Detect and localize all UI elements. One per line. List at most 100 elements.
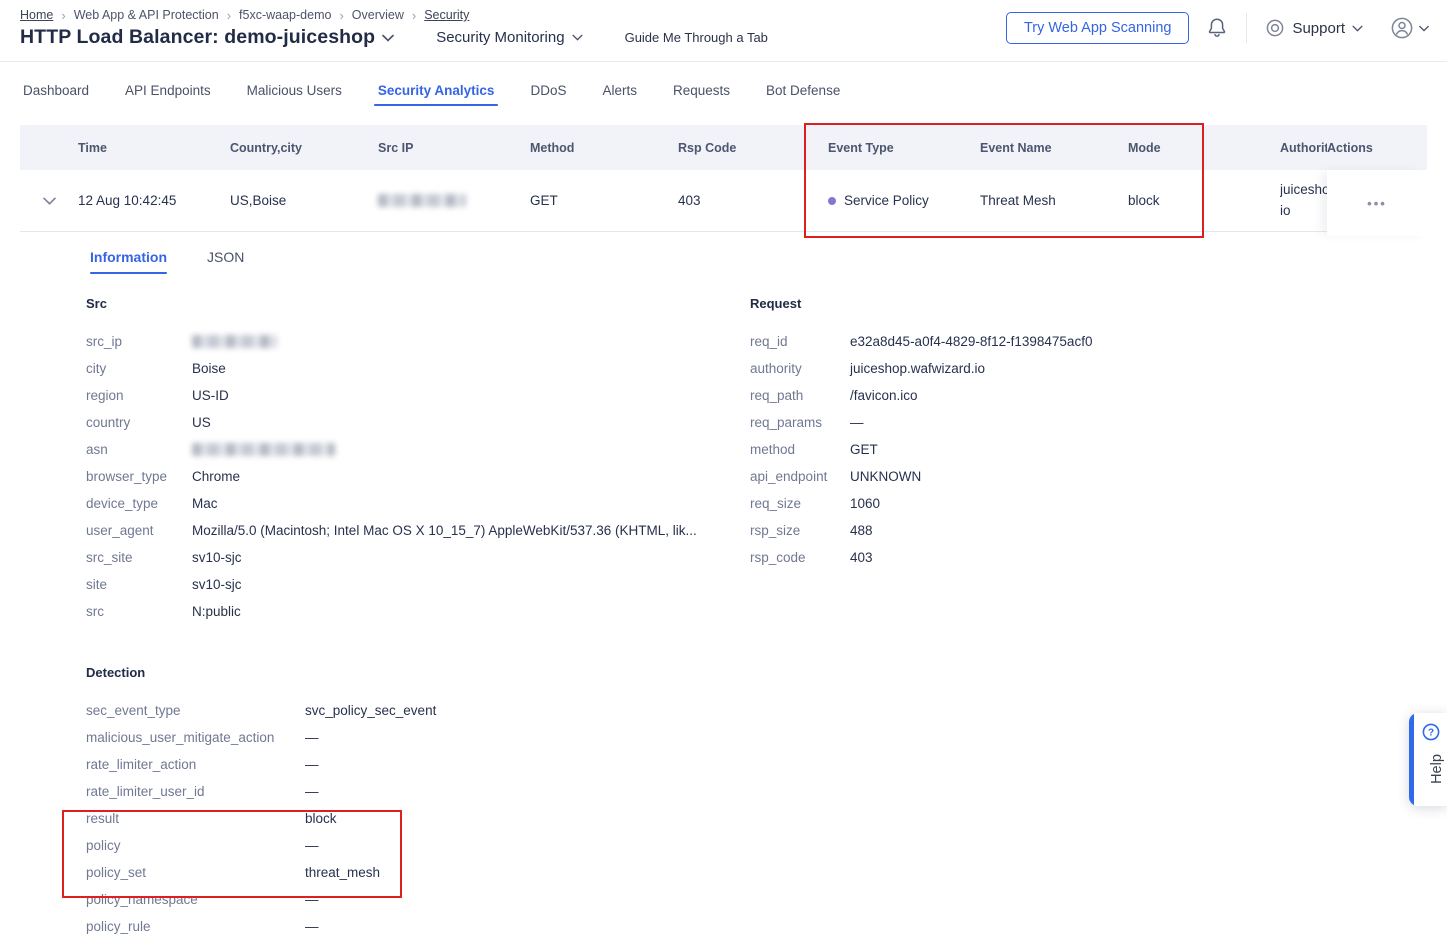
header-actions: Try Web App Scanning Support <box>1006 12 1429 44</box>
field-row: src_sitesv10-sjc <box>86 544 697 571</box>
field-row: policy_setthreat_mesh <box>86 859 436 886</box>
field-row: cityBoise <box>86 355 697 382</box>
field-row: sec_event_typesvc_policy_sec_event <box>86 697 436 724</box>
redacted-src-ip-value <box>192 335 277 348</box>
request-section: Request req_ide32a8d45-a0f4-4829-8f12-f1… <box>750 296 1092 571</box>
field-row: api_endpointUNKNOWN <box>750 463 1092 490</box>
tab-ddos[interactable]: DDoS <box>512 71 584 112</box>
field-row: src_ip <box>86 328 697 355</box>
col-event-type[interactable]: Event Type <box>828 141 980 155</box>
field-row: sitesv10-sjc <box>86 571 697 598</box>
user-chevron-down-icon <box>1419 25 1429 32</box>
event-type-dot-icon <box>828 197 836 205</box>
src-section: Src src_ip cityBoise regionUS-ID country… <box>86 296 697 625</box>
tab-alerts[interactable]: Alerts <box>584 71 655 112</box>
help-flyout-button[interactable]: ? Help <box>1409 713 1447 806</box>
field-row: regionUS-ID <box>86 382 697 409</box>
cell-event-name: Threat Mesh <box>980 193 1128 208</box>
tab-malicious-users[interactable]: Malicious Users <box>229 71 360 112</box>
support-menu[interactable]: Support <box>1265 18 1363 38</box>
help-label: Help <box>1429 749 1445 789</box>
breadcrumb-namespace[interactable]: f5xc-waap-demo <box>239 8 331 22</box>
col-time[interactable]: Time <box>78 141 230 155</box>
field-row: device_typeMac <box>86 490 697 517</box>
col-src-ip[interactable]: Src IP <box>378 141 530 155</box>
breadcrumb-home[interactable]: Home <box>20 8 53 22</box>
breadcrumb-separator-icon: › <box>412 8 416 23</box>
user-account-menu[interactable] <box>1389 15 1429 41</box>
event-type-label: Service Policy <box>844 193 929 208</box>
field-row: policy— <box>86 832 436 859</box>
cell-time: 12 Aug 10:42:45 <box>78 193 230 208</box>
row-expander-chevron-icon[interactable] <box>43 197 56 205</box>
help-accent-bar <box>1409 713 1414 806</box>
redacted-asn-value <box>192 443 335 456</box>
field-row: rsp_size488 <box>750 517 1092 544</box>
field-row: policy_rule— <box>86 913 436 940</box>
try-web-app-scanning-button[interactable]: Try Web App Scanning <box>1006 12 1190 44</box>
field-row: req_path/favicon.ico <box>750 382 1092 409</box>
tab-dashboard[interactable]: Dashboard <box>5 71 107 112</box>
col-method[interactable]: Method <box>530 141 678 155</box>
col-rsp-code[interactable]: Rsp Code <box>678 141 828 155</box>
col-country-city[interactable]: Country,city <box>230 141 378 155</box>
field-row: malicious_user_mitigate_action— <box>86 724 436 751</box>
monitoring-chevron-down-icon <box>572 34 583 41</box>
tab-api-endpoints[interactable]: API Endpoints <box>107 71 229 112</box>
tab-bot-defense[interactable]: Bot Defense <box>748 71 858 112</box>
field-row: authorityjuiceshop.wafwizard.io <box>750 355 1092 382</box>
detail-tab-json[interactable]: JSON <box>207 249 244 274</box>
support-lifebuoy-icon <box>1265 18 1285 38</box>
field-row: methodGET <box>750 436 1092 463</box>
support-chevron-down-icon <box>1352 25 1363 32</box>
cell-event-type: Service Policy <box>828 193 980 208</box>
field-row: browser_typeChrome <box>86 463 697 490</box>
request-section-title: Request <box>750 296 1092 311</box>
breadcrumb-overview[interactable]: Overview <box>352 8 404 22</box>
notifications-bell-icon[interactable] <box>1206 16 1228 40</box>
title-chevron-down-icon[interactable] <box>382 34 394 42</box>
breadcrumb-waap[interactable]: Web App & API Protection <box>74 8 219 22</box>
redacted-src-ip <box>378 194 466 207</box>
ellipsis-menu-icon[interactable]: ••• <box>1367 196 1387 211</box>
monitoring-dropdown-label: Security Monitoring <box>436 29 564 46</box>
lb-tab-bar: Dashboard API Endpoints Malicious Users … <box>0 62 1447 112</box>
top-header: Home › Web App & API Protection › f5xc-w… <box>0 0 1447 62</box>
breadcrumb-separator-icon: › <box>339 8 343 23</box>
breadcrumb-separator-icon: › <box>61 8 65 23</box>
col-mode[interactable]: Mode <box>1128 141 1280 155</box>
help-question-icon: ? <box>1422 723 1440 741</box>
breadcrumb-security[interactable]: Security <box>424 8 469 22</box>
page-title: HTTP Load Balancer: demo-juiceshop <box>20 26 375 49</box>
detail-tab-information[interactable]: Information <box>90 249 167 274</box>
cell-src-ip <box>378 194 530 207</box>
monitoring-dropdown[interactable]: Security Monitoring <box>436 29 582 46</box>
field-row: req_size1060 <box>750 490 1092 517</box>
f5xc-console-page: Home › Web App & API Protection › f5xc-w… <box>0 0 1447 940</box>
header-divider <box>1246 13 1247 43</box>
cell-rsp-code: 403 <box>678 193 828 208</box>
src-section-title: Src <box>86 296 697 311</box>
col-actions: Actions <box>1327 125 1427 170</box>
support-label: Support <box>1292 20 1345 37</box>
tab-requests[interactable]: Requests <box>655 71 748 112</box>
field-row: countryUS <box>86 409 697 436</box>
col-event-name[interactable]: Event Name <box>980 141 1128 155</box>
tab-security-analytics[interactable]: Security Analytics <box>360 71 513 112</box>
table-header-row: Time Country,city Src IP Method Rsp Code… <box>20 125 1427 170</box>
cell-country-city: US,Boise <box>230 193 378 208</box>
field-row: srcN:public <box>86 598 697 625</box>
cell-method: GET <box>530 193 678 208</box>
svg-text:?: ? <box>1428 728 1434 739</box>
detection-section: Detection sec_event_typesvc_policy_sec_e… <box>86 665 436 940</box>
guide-me-link[interactable]: Guide Me Through a Tab <box>625 30 768 45</box>
row-actions-menu[interactable]: ••• <box>1327 170 1427 236</box>
cell-mode: block <box>1128 193 1280 208</box>
field-row: resultblock <box>86 805 436 832</box>
field-row: policy_namespace— <box>86 886 436 913</box>
detection-section-title: Detection <box>86 665 436 680</box>
field-row: rsp_code403 <box>750 544 1092 571</box>
user-avatar-icon <box>1389 15 1415 41</box>
field-row: user_agentMozilla/5.0 (Macintosh; Intel … <box>86 517 697 544</box>
event-table-row[interactable]: 12 Aug 10:42:45 US,Boise GET 403 Service… <box>20 170 1427 232</box>
